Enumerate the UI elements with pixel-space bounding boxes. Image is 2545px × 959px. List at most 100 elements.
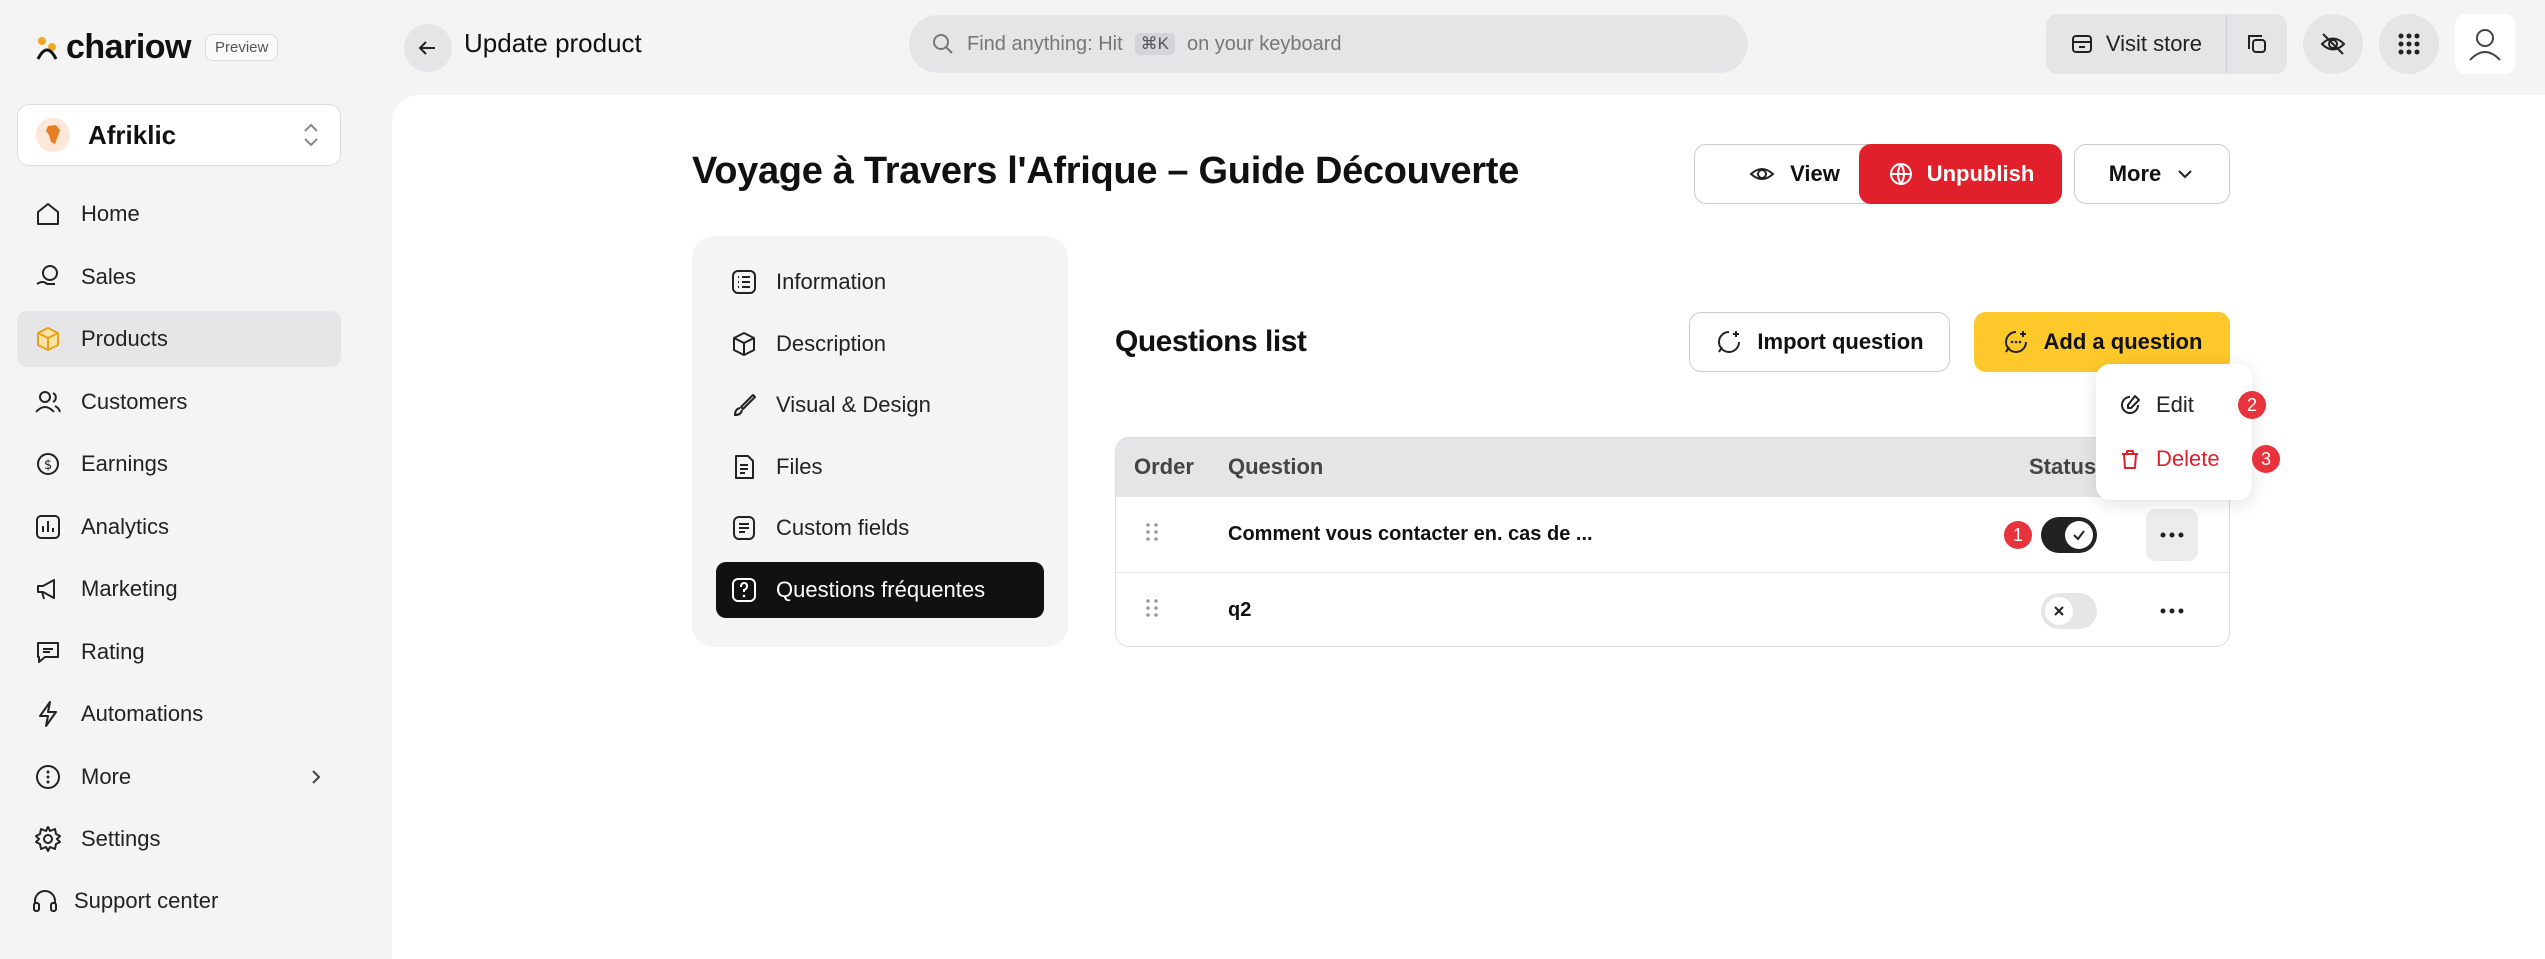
step-badge: 3 [2252, 445, 2280, 473]
x-icon [2054, 606, 2064, 616]
sidebar-item-rating[interactable]: Rating [17, 624, 341, 680]
gear-icon [35, 826, 61, 852]
user-avatar-button[interactable] [2455, 14, 2515, 74]
visit-store-label: Visit store [2105, 31, 2202, 56]
sidebar-item-label: Automations [81, 701, 204, 726]
sidebar-item-settings[interactable]: Settings [17, 811, 341, 867]
check-icon [2073, 530, 2085, 541]
edit-label: Edit [2156, 392, 2194, 417]
visit-store-group: Visit store [2045, 14, 2287, 74]
store-name: Afriklic [88, 119, 177, 150]
tab-label: Information [776, 269, 887, 294]
search-bar[interactable]: Find anything: Hit ⌘K on your keyboard [909, 15, 1748, 73]
tab-label: Description [776, 330, 887, 356]
add-question-button[interactable]: Add a question [1974, 312, 2230, 372]
list-icon [732, 270, 756, 294]
tab-questions-frequentes[interactable]: Questions fréquentes [716, 561, 1044, 618]
add-question-label: Add a question [2043, 329, 2203, 354]
import-question-label: Import question [1757, 329, 1924, 354]
file-icon [735, 454, 754, 479]
chariow-logo-icon [36, 36, 58, 60]
sidebar-item-label: Home [81, 201, 140, 226]
chevron-right-icon [312, 769, 321, 784]
sidebar-item-earnings[interactable]: $ Earnings [17, 436, 341, 492]
drag-handle[interactable] [1116, 596, 1228, 625]
sidebar-item-more[interactable]: More [17, 749, 341, 805]
sidebar-item-sales[interactable]: Sales [17, 249, 341, 305]
cube-icon [733, 331, 755, 356]
row-actions-button[interactable] [2146, 585, 2198, 637]
search-icon [933, 34, 953, 54]
chevron-down-icon [2178, 170, 2192, 179]
topbar-actions: Visit store [2045, 14, 2515, 74]
sidebar-item-label: Marketing [81, 576, 178, 601]
menu-item-edit[interactable]: Edit 2 [2118, 378, 2266, 432]
grid-apps-icon [2398, 33, 2420, 55]
globe-off-icon [1889, 163, 1912, 185]
hide-button[interactable] [2303, 14, 2363, 74]
drag-handle[interactable] [1116, 520, 1228, 549]
sidebar-item-label: Sales [81, 263, 137, 289]
rating-icon [37, 641, 59, 663]
sales-icon [36, 264, 58, 285]
more-button[interactable]: More [2074, 144, 2230, 204]
column-order: Order [1134, 454, 1194, 479]
drag-handle-icon [1146, 599, 1158, 617]
sidebar-item-label: More [81, 763, 132, 789]
tab-custom-fields[interactable]: Custom fields [716, 500, 1044, 556]
chevron-updown-icon [304, 123, 318, 147]
home-icon [37, 203, 59, 225]
brand-name: chariow [66, 28, 191, 66]
sidebar-item-products[interactable]: Products [17, 311, 341, 367]
search-placeholder-pre: Find anything: Hit [967, 32, 1123, 55]
svg-text:$: $ [44, 458, 52, 473]
row-actions-button[interactable] [2146, 509, 2198, 561]
support-center-label: Support center [74, 888, 219, 913]
back-button[interactable] [404, 24, 452, 72]
sidebar-item-automations[interactable]: Automations [17, 686, 341, 742]
menu-item-delete[interactable]: Delete 3 [2118, 432, 2280, 486]
brand[interactable]: chariow Preview [34, 28, 279, 67]
box-icon [37, 327, 59, 351]
store-icon [2071, 35, 2092, 53]
more-horizontal-icon [2160, 532, 2184, 538]
status-toggle[interactable] [2041, 517, 2097, 553]
preview-badge: Preview [204, 34, 279, 61]
step-badge: 2 [2238, 391, 2266, 419]
dots-circle-icon [36, 764, 60, 789]
step-badge: 1 [2004, 521, 2032, 549]
sidebar-item-analytics[interactable]: Analytics [17, 499, 341, 555]
sidebar-item-customers[interactable]: Customers [17, 374, 341, 430]
store-selector[interactable]: Afriklic [17, 104, 341, 166]
brand-logo: chariow [34, 28, 191, 67]
sidebar-item-marketing[interactable]: Marketing [17, 561, 341, 617]
tab-label: Visual & Design [776, 392, 931, 417]
coins-icon: $ [37, 453, 59, 475]
tab-label: Files [776, 453, 823, 479]
drag-handle-icon [1146, 523, 1158, 541]
visit-store-button[interactable]: Visit store [2046, 14, 2227, 74]
tab-files[interactable]: Files [716, 439, 1044, 495]
headset-icon [33, 890, 57, 912]
view-label: View [1790, 161, 1840, 186]
search-placeholder-post: on your keyboard [1186, 32, 1342, 55]
africa-logo-icon [36, 118, 70, 152]
user-icon [2469, 29, 2501, 61]
copy-link-button[interactable] [2227, 14, 2287, 74]
status-toggle[interactable] [2041, 593, 2097, 629]
import-question-button[interactable]: Import question [1689, 312, 1950, 372]
sidebar-item-label: Analytics [81, 513, 170, 539]
support-center-link[interactable]: Support center [30, 886, 218, 916]
apps-button[interactable] [2379, 14, 2439, 74]
unpublish-label: Unpublish [1926, 161, 2035, 186]
sidebar-item-home[interactable]: Home [17, 186, 341, 242]
unpublish-button[interactable]: Unpublish [1859, 144, 2062, 204]
tab-visual-design[interactable]: Visual & Design [716, 377, 1044, 433]
tab-information[interactable]: Information [716, 254, 1044, 310]
product-subnav: Information Description Visual & Design … [692, 236, 1068, 647]
row-actions-menu: Edit 2 Delete 3 [2096, 364, 2280, 500]
eye-off-icon [2320, 33, 2346, 55]
column-question: Question [1228, 454, 1324, 479]
sidebar-item-label: Rating [81, 638, 145, 664]
tab-description[interactable]: Description [716, 316, 1044, 372]
